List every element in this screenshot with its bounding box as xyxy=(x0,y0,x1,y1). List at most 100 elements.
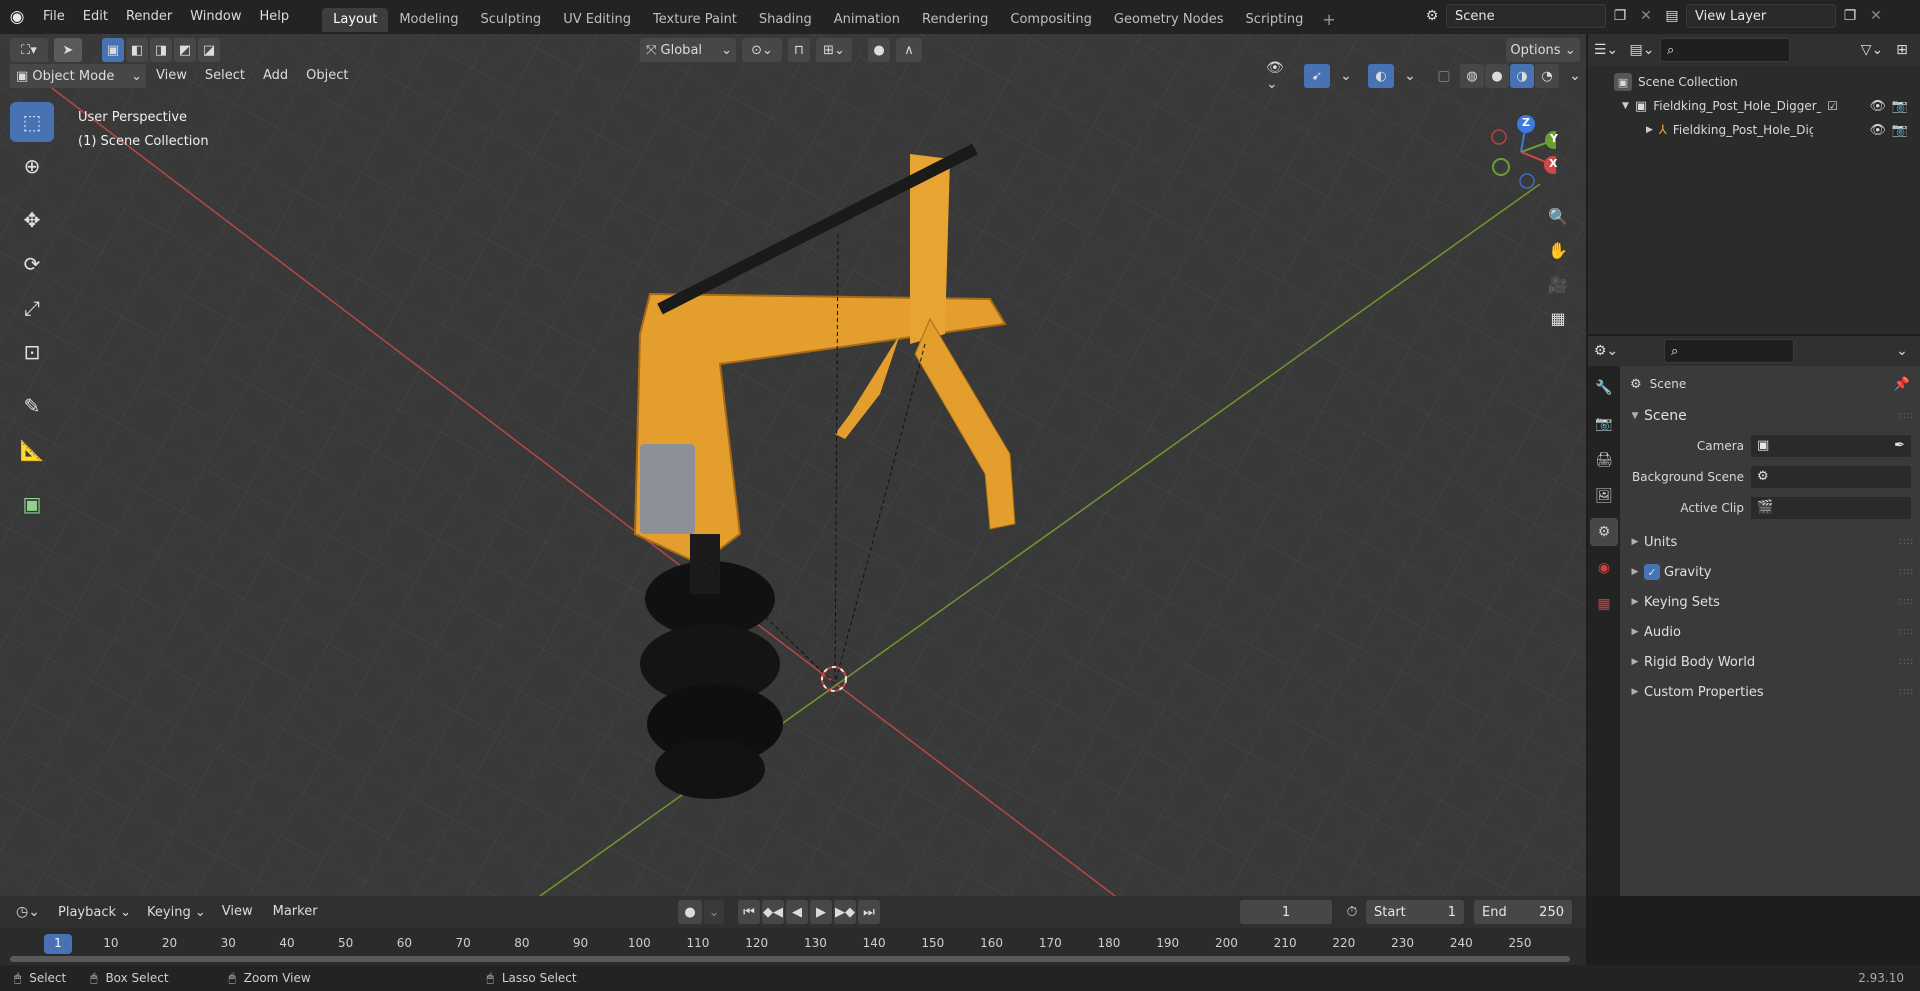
copy-view-layer-icon[interactable]: ❐ xyxy=(1838,4,1862,28)
current-frame-field[interactable]: 1 xyxy=(1240,900,1332,924)
close-scene-icon[interactable]: ✕ xyxy=(1634,4,1658,28)
view-layer-icon[interactable]: ▤ xyxy=(1660,4,1684,28)
mode-dropdown[interactable]: ▣ Object Mode ⌄ xyxy=(10,64,146,88)
camera-view-icon[interactable]: 🎥 xyxy=(1542,268,1574,300)
render-tab-icon[interactable]: 📷 xyxy=(1590,410,1618,438)
timeline-menu-view[interactable]: View xyxy=(214,900,261,924)
active-clip-field[interactable]: 🎬 xyxy=(1750,495,1912,520)
menu-window[interactable]: Window xyxy=(181,0,250,34)
select-invert-mode-icon[interactable]: ◩ xyxy=(174,38,196,62)
play-reverse-icon[interactable]: ◀ xyxy=(786,900,808,924)
drag-handle-icon[interactable]: ∷∷ xyxy=(1899,627,1914,638)
stopwatch-icon[interactable]: ⏱ xyxy=(1340,900,1364,924)
transform-tool-icon[interactable]: ⊡ xyxy=(10,332,54,372)
expand-arrow-icon[interactable]: ▼ xyxy=(1622,101,1629,111)
material-shading-icon[interactable]: ◑ xyxy=(1510,64,1534,88)
rendered-shading-icon[interactable]: ◔ xyxy=(1535,64,1559,88)
tab-sculpting[interactable]: Sculpting xyxy=(469,8,552,32)
display-mode-icon[interactable]: ▤⌄ xyxy=(1630,38,1655,62)
copy-scene-icon[interactable]: ❐ xyxy=(1608,4,1632,28)
rotate-tool-icon[interactable]: ⟳ xyxy=(10,244,54,284)
outliner-object-row[interactable]: ▶ ⅄ Fieldking_Post_Hole_Digg 👁 📷 xyxy=(1588,118,1920,142)
scene-name-field[interactable]: Scene xyxy=(1446,4,1606,28)
select-box-tool-icon[interactable]: ⬚ xyxy=(10,102,54,142)
tab-texture-paint[interactable]: Texture Paint xyxy=(642,8,748,32)
view-layer-tab-icon[interactable]: 🖼 xyxy=(1590,482,1618,510)
overlay-dropdown-icon[interactable]: ⌄ xyxy=(1398,64,1422,88)
properties-search-input[interactable]: ⌕ xyxy=(1664,339,1794,363)
gizmo-dropdown-icon[interactable]: ⌄ xyxy=(1334,64,1358,88)
select-tool-icon[interactable]: ➤ xyxy=(54,38,82,62)
tab-layout[interactable]: Layout xyxy=(322,8,389,32)
3d-viewport[interactable]: ⛶▾ ➤ ▣ ◧ ◨ ◩ ◪ ⤧ Global ⌄ ⊙⌄ ⊓ ⊞⌄ ● ∧ Opt… xyxy=(0,34,1586,896)
outliner-collection-row[interactable]: ▼ ▣ Fieldking_Post_Hole_Digger_C ☑ 👁 📷 xyxy=(1588,94,1920,118)
world-tab-icon[interactable]: ◉ xyxy=(1590,554,1618,582)
menu-help[interactable]: Help xyxy=(251,0,299,34)
menu-render[interactable]: Render xyxy=(117,0,181,34)
output-tab-icon[interactable]: 🖨 xyxy=(1590,446,1618,474)
move-tool-icon[interactable]: ✥ xyxy=(10,200,54,240)
tab-modeling[interactable]: Modeling xyxy=(388,8,469,32)
jump-end-icon[interactable]: ⏭ xyxy=(858,900,880,924)
timeline-editor-type-icon[interactable]: ◷⌄ xyxy=(10,900,46,924)
tab-scripting[interactable]: Scripting xyxy=(1235,8,1315,32)
add-workspace-button[interactable]: + xyxy=(1314,10,1343,29)
viewport-menu-select[interactable]: Select xyxy=(197,64,253,88)
next-keyframe-icon[interactable]: ▶◆ xyxy=(834,900,856,924)
overlay-toggle-icon[interactable]: ◐ xyxy=(1368,64,1394,88)
new-collection-icon[interactable]: ⊞ xyxy=(1890,38,1914,62)
viewport-menu-view[interactable]: View xyxy=(148,64,195,88)
outliner-root-row[interactable]: ▣ Scene Collection xyxy=(1588,70,1920,94)
measure-tool-icon[interactable]: 📐 xyxy=(10,430,54,470)
options-dropdown[interactable]: Options ⌄ xyxy=(1506,38,1580,62)
menu-edit[interactable]: Edit xyxy=(74,0,117,34)
snap-target-dropdown[interactable]: ⊞⌄ xyxy=(816,38,852,62)
scale-tool-icon[interactable]: ⤢ xyxy=(10,288,54,328)
record-dropdown-icon[interactable]: ⌄ xyxy=(704,900,724,924)
audio-panel-header[interactable]: ▶ Audio ∷∷ xyxy=(1620,617,1920,647)
tab-uv-editing[interactable]: UV Editing xyxy=(552,8,642,32)
select-intersect-mode-icon[interactable]: ◪ xyxy=(198,38,220,62)
select-subtract-mode-icon[interactable]: ◨ xyxy=(150,38,172,62)
add-cube-tool-icon[interactable]: ▣ xyxy=(10,484,54,524)
play-icon[interactable]: ▶ xyxy=(810,900,832,924)
viewport-menu-add[interactable]: Add xyxy=(255,64,296,88)
gravity-checkbox[interactable]: ✓ xyxy=(1644,564,1660,580)
checkbox-icon[interactable]: ☑ xyxy=(1827,99,1838,113)
playback-menu[interactable]: Playback ⌄ xyxy=(50,900,135,924)
timeline-scrollbar[interactable] xyxy=(10,956,1570,962)
keying-menu[interactable]: Keying ⌄ xyxy=(139,900,210,924)
outliner-search-input[interactable]: ⌕ xyxy=(1660,38,1790,62)
tab-geometry-nodes[interactable]: Geometry Nodes xyxy=(1103,8,1235,32)
properties-editor-type-icon[interactable]: ⚙⌄ xyxy=(1594,339,1618,363)
editor-type-button[interactable]: ⛶▾ xyxy=(10,38,48,62)
tab-compositing[interactable]: Compositing xyxy=(999,8,1103,32)
drag-handle-icon[interactable]: ∷∷ xyxy=(1899,597,1914,608)
select-new-mode-icon[interactable]: ▣ xyxy=(102,38,124,62)
navigation-gizmo[interactable]: Z Y X xyxy=(1486,112,1563,192)
tab-shading[interactable]: Shading xyxy=(748,8,823,32)
view-layer-field[interactable]: View Layer xyxy=(1686,4,1836,28)
viewport-menu-object[interactable]: Object xyxy=(298,64,356,88)
drag-handle-icon[interactable]: ∷∷ xyxy=(1899,411,1914,422)
select-extend-mode-icon[interactable]: ◧ xyxy=(126,38,148,62)
background-scene-field[interactable]: ⚙ xyxy=(1750,464,1912,489)
custom-properties-panel-header[interactable]: ▶ Custom Properties ∷∷ xyxy=(1620,677,1920,707)
snap-toggle-icon[interactable]: ⊓ xyxy=(788,38,810,62)
pivot-point-dropdown[interactable]: ⊙⌄ xyxy=(742,38,782,62)
units-panel-header[interactable]: ▶ Units ∷∷ xyxy=(1620,527,1920,557)
gizmo-toggle-icon[interactable]: ➹ xyxy=(1304,64,1330,88)
annotate-tool-icon[interactable]: ✎ xyxy=(10,386,54,426)
jump-start-icon[interactable]: ⏮ xyxy=(738,900,760,924)
drag-handle-icon[interactable]: ∷∷ xyxy=(1899,567,1914,578)
pin-icon[interactable]: 📌 xyxy=(1894,377,1910,392)
record-icon[interactable]: ● xyxy=(678,900,702,924)
wireframe-shading-icon[interactable]: ◍ xyxy=(1460,64,1484,88)
camera-render-icon[interactable]: 📷 xyxy=(1892,99,1908,114)
proportional-edit-icon[interactable]: ● xyxy=(868,38,890,62)
solid-shading-icon[interactable]: ● xyxy=(1485,64,1509,88)
keying-sets-panel-header[interactable]: ▶ Keying Sets ∷∷ xyxy=(1620,587,1920,617)
xray-toggle-icon[interactable]: ▢ xyxy=(1432,64,1456,88)
shading-dropdown-icon[interactable]: ⌄ xyxy=(1563,64,1586,88)
filter-icon[interactable]: ▽⌄ xyxy=(1860,38,1884,62)
